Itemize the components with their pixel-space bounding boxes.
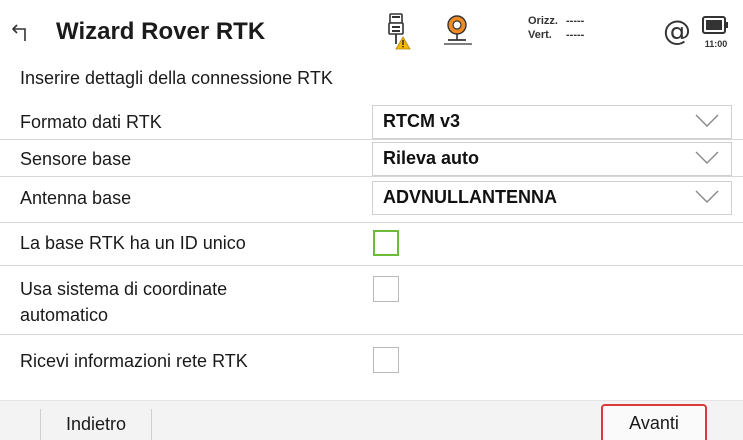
form-row-network-info: Ricevi informazioni rete RTK bbox=[0, 335, 743, 380]
chevron-down-icon bbox=[695, 114, 719, 127]
auto-coordinates-label-line1: Usa sistema di coordinate bbox=[20, 279, 228, 299]
sensor-value: Rileva auto bbox=[383, 148, 480, 168]
gnss-receiver-warning-icon[interactable] bbox=[383, 11, 415, 51]
sensor-dropdown[interactable]: Rileva auto bbox=[372, 142, 732, 176]
form-row-sensor: Sensore base Rileva auto bbox=[0, 140, 743, 177]
chevron-down-icon bbox=[695, 151, 719, 164]
unique-id-checkbox[interactable] bbox=[373, 230, 399, 256]
format-value: RTCM v3 bbox=[383, 111, 461, 131]
form-row-auto-coordinates: Usa sistema di coordinate automatico bbox=[0, 266, 743, 335]
sensor-label: Sensore base bbox=[20, 149, 132, 169]
format-label: Formato dati RTK bbox=[20, 112, 162, 132]
precision-readout: Orizz. ----- Vert. ----- bbox=[528, 14, 618, 42]
unique-id-label: La base RTK ha un ID unico bbox=[20, 233, 246, 253]
vertical-precision-label: Vert. bbox=[528, 29, 552, 41]
at-icon[interactable]: @ bbox=[663, 14, 691, 47]
horizontal-precision-value: ----- bbox=[566, 15, 585, 27]
antenna-dropdown[interactable]: ADVNULLANTENNA bbox=[372, 181, 732, 215]
auto-coordinates-label: Usa sistema di coordinate automatico bbox=[20, 276, 227, 328]
form-row-antenna: Antenna base ADVNULLANTENNA bbox=[0, 177, 743, 223]
back-button[interactable]: Indietro bbox=[40, 409, 152, 440]
antenna-value: ADVNULLANTENNA bbox=[383, 187, 557, 207]
app-title: Wizard Rover RTK bbox=[56, 18, 266, 45]
vertical-precision-value: ----- bbox=[566, 29, 585, 41]
network-info-checkbox[interactable] bbox=[373, 347, 399, 373]
battery-time: 11:00 bbox=[704, 39, 728, 49]
radio-link-icon[interactable] bbox=[440, 12, 476, 48]
back-arrow-icon[interactable] bbox=[10, 16, 40, 46]
footer-bar: Indietro Avanti bbox=[0, 400, 743, 440]
auto-coordinates-checkbox[interactable] bbox=[373, 276, 399, 302]
chevron-down-icon bbox=[695, 190, 719, 203]
next-button[interactable]: Avanti bbox=[601, 404, 707, 440]
form-row-format: Formato dati RTK RTCM v3 bbox=[0, 103, 743, 140]
antenna-label: Antenna base bbox=[20, 188, 132, 208]
auto-coordinates-label-line2: automatico bbox=[20, 305, 109, 325]
title-bar: Wizard Rover RTK Orizz. ----- Vert. ----… bbox=[0, 0, 743, 60]
page-subtitle: Inserire dettagli della connessione RTK bbox=[20, 68, 333, 88]
format-dropdown[interactable]: RTCM v3 bbox=[372, 105, 732, 139]
form-row-unique-id: La base RTK ha un ID unico bbox=[0, 223, 743, 266]
horizontal-precision-label: Orizz. bbox=[528, 15, 558, 27]
network-info-label: Ricevi informazioni rete RTK bbox=[20, 351, 248, 371]
